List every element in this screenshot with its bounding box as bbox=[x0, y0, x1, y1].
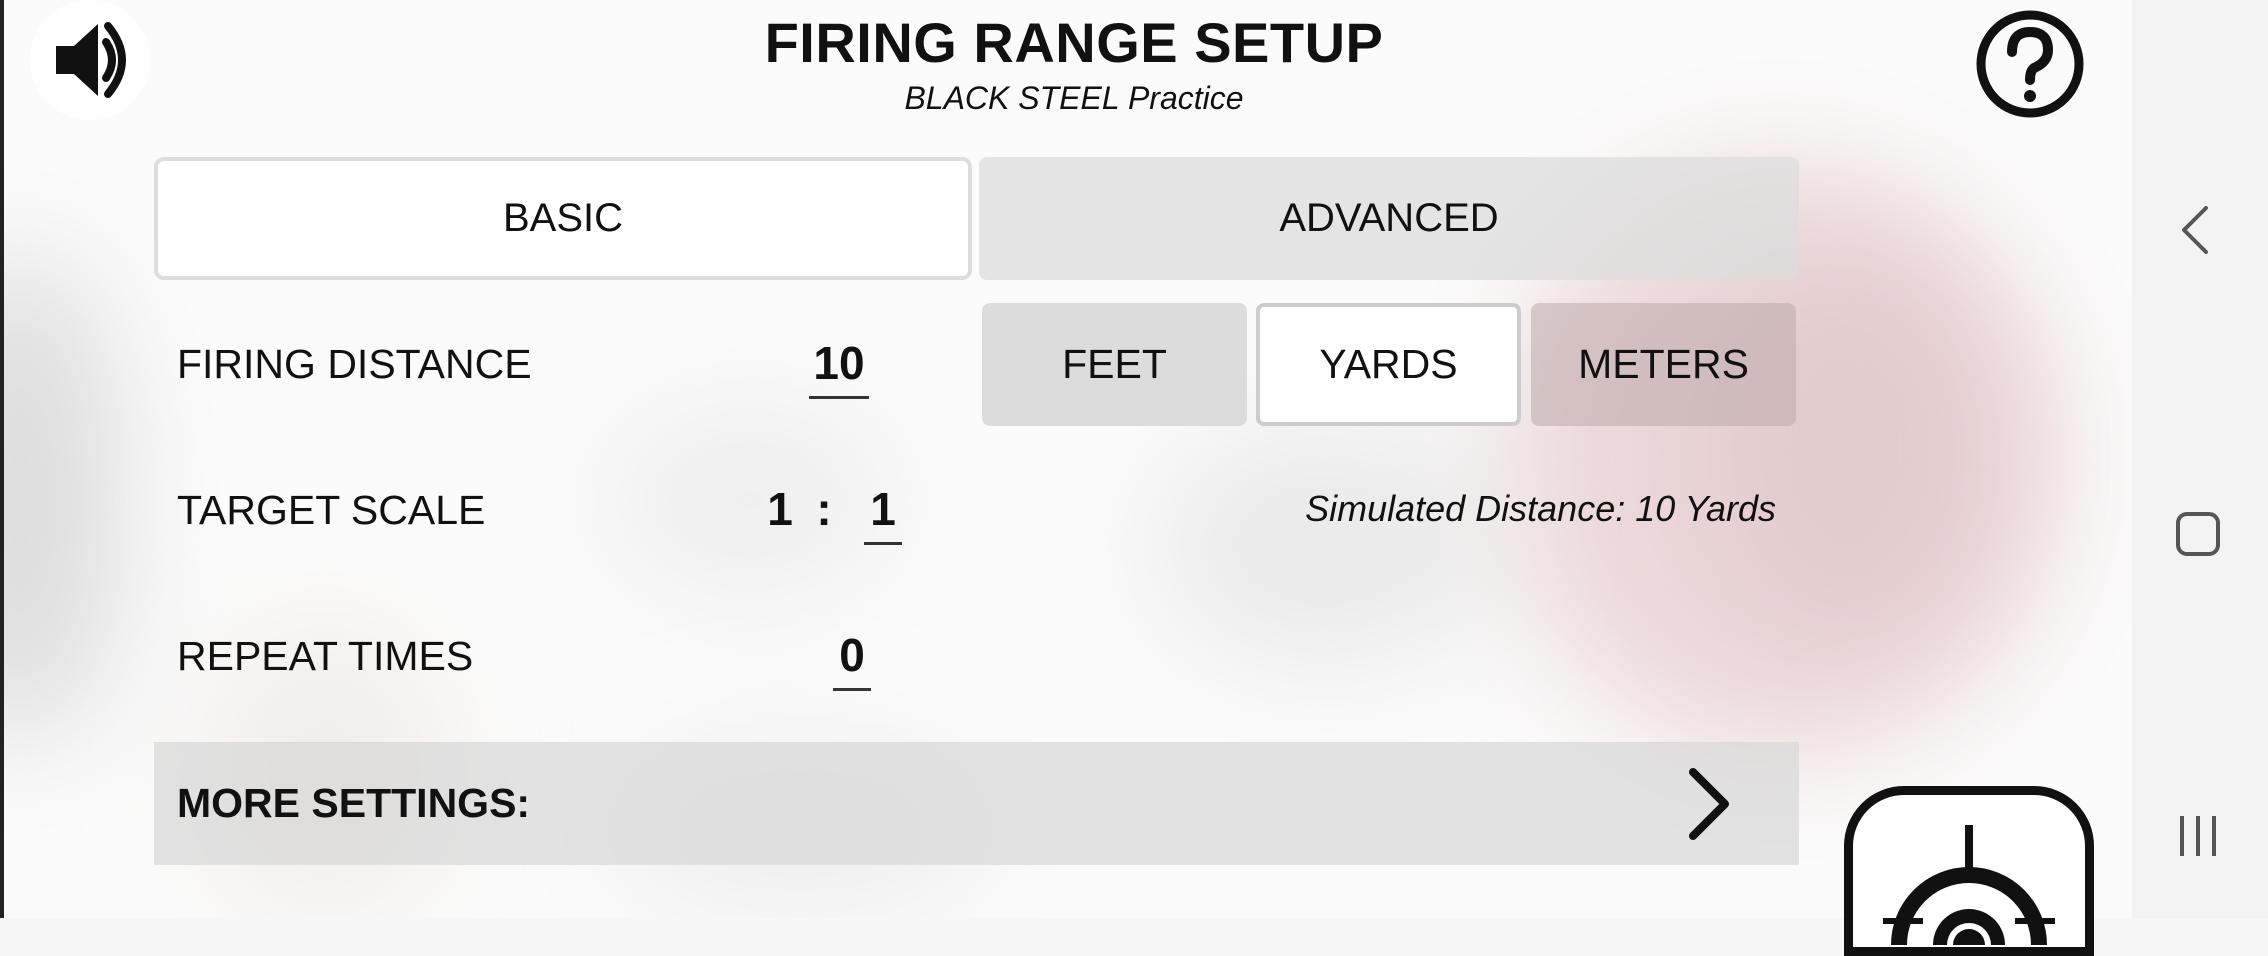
sound-button[interactable] bbox=[30, 0, 150, 120]
start-firing-button[interactable] bbox=[1844, 786, 2094, 956]
unit-meters-button[interactable]: METERS bbox=[1531, 303, 1796, 426]
target-crosshair-icon bbox=[1883, 825, 2055, 947]
target-scale-right-value: 1 bbox=[870, 483, 896, 535]
target-scale-separator: : bbox=[816, 483, 832, 535]
help-button[interactable] bbox=[1974, 8, 2086, 120]
page-title: FIRING RANGE SETUP bbox=[764, 11, 1384, 74]
tab-advanced[interactable]: ADVANCED bbox=[979, 157, 1799, 280]
page-subtitle: BLACK STEEL Practice bbox=[904, 80, 1244, 116]
repeat-times-value: 0 bbox=[839, 629, 865, 681]
repeat-times-label: REPEAT TIMES bbox=[177, 633, 474, 679]
unit-feet-button[interactable]: FEET bbox=[982, 303, 1247, 426]
more-settings-label: MORE SETTINGS: bbox=[177, 780, 531, 826]
input-underline bbox=[809, 396, 869, 399]
target-scale-label: TARGET SCALE bbox=[177, 487, 486, 533]
repeat-times-input[interactable]: 0 bbox=[833, 628, 871, 691]
target-scale-left: 1 bbox=[767, 483, 793, 535]
firing-distance-input[interactable]: 10 bbox=[809, 336, 869, 399]
simulated-distance-text: Simulated Distance: 10 Yards bbox=[1305, 488, 1776, 529]
tab-basic[interactable]: BASIC bbox=[154, 157, 972, 280]
speaker-volume-icon bbox=[56, 22, 126, 98]
more-settings-row[interactable]: MORE SETTINGS: bbox=[154, 742, 1799, 865]
input-underline bbox=[833, 688, 871, 691]
recents-icon[interactable] bbox=[2168, 806, 2228, 866]
system-navigation-bar bbox=[2132, 0, 2268, 918]
question-circle-icon bbox=[1976, 10, 2084, 118]
chevron-right-icon bbox=[1689, 767, 1729, 840]
app-window: FIRING RANGE SETUP BLACK STEEL Practice … bbox=[0, 0, 2132, 956]
firing-distance-value: 10 bbox=[813, 337, 865, 389]
target-scale-right-input[interactable]: 1 bbox=[864, 482, 902, 545]
back-icon[interactable] bbox=[2168, 200, 2228, 260]
unit-yards-button[interactable]: YARDS bbox=[1256, 303, 1521, 426]
home-icon[interactable] bbox=[2168, 504, 2228, 564]
input-underline bbox=[864, 542, 902, 545]
firing-distance-label: FIRING DISTANCE bbox=[177, 341, 532, 387]
